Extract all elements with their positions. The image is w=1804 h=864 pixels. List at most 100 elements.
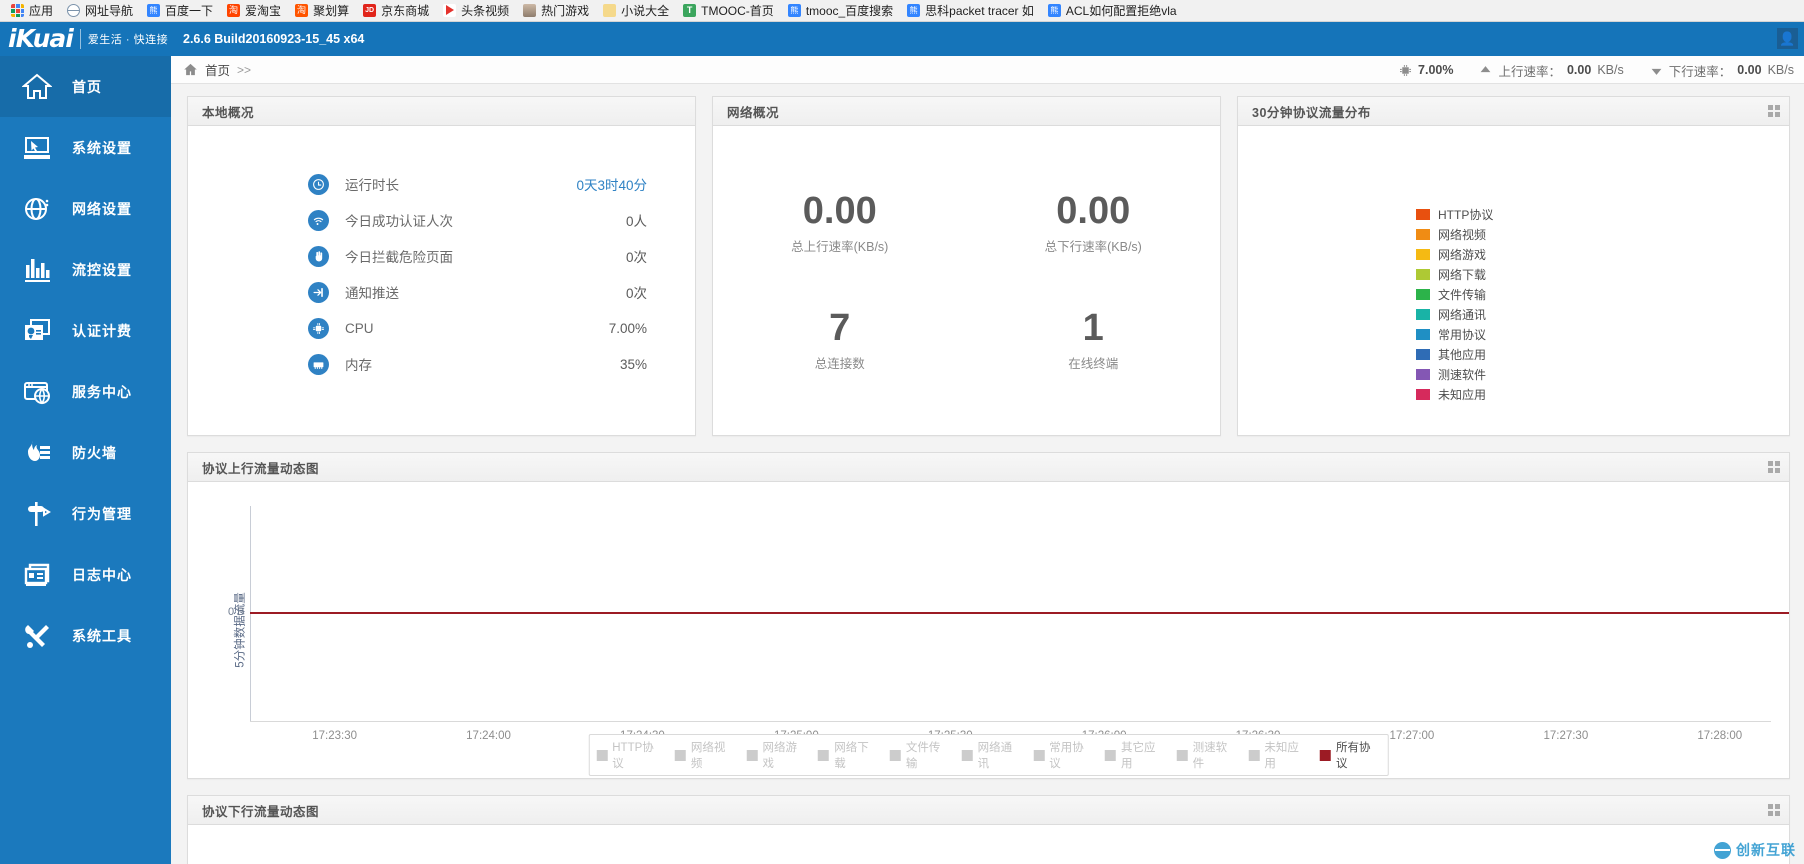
legend-label: 网络下载 (834, 742, 869, 770)
browser-bookmark-bar: 应用 网址导航 百度一下 爱淘宝 聚划算 京东商城 头条视频 热门游戏 小说大全 TMOOC-首页… (0, 0, 1804, 22)
pie-legend-item[interactable]: 常用协议 (1416, 326, 1493, 343)
bookmark-item[interactable]: 头条视频 (436, 2, 516, 20)
chart-legend: HTTP协议 网络视频 网络游戏 网络下载 文件传输 网络通讯 常用协议 其它应用 测速软件 未知… (588, 734, 1389, 776)
user-icon[interactable]: 👤 (1777, 28, 1798, 49)
local-row-value: 35% (619, 356, 647, 372)
bookmark-item[interactable]: 思科packet tracer 如 (900, 2, 1041, 20)
sidebar-item-8[interactable]: 日志中心 (0, 544, 171, 605)
sidebar-item-1[interactable]: 系统设置 (0, 117, 171, 178)
globe-icon (22, 194, 52, 224)
local-row-value: 0次 (625, 250, 647, 265)
bookmark-item[interactable]: TMOOC-首页 (676, 2, 781, 20)
bookmark-item[interactable]: ACL如何配置拒绝vla (1041, 2, 1184, 20)
bookmark-item[interactable]: 网址导航 (60, 2, 140, 20)
bookmark-item[interactable]: 热门游戏 (516, 2, 596, 20)
sidebar-item-5[interactable]: 服务中心 (0, 361, 171, 422)
baidu-icon (1047, 4, 1061, 17)
pie-legend-item[interactable]: 网络下载 (1416, 266, 1493, 283)
chart-legend-item[interactable]: 网络视频 (674, 739, 736, 771)
x-axis-tick: 17:28:00 (1697, 730, 1743, 742)
network-stat-value: 1 (1082, 306, 1104, 349)
bar-chart-icon (22, 255, 52, 285)
book-icon (603, 4, 617, 17)
panel-title: 网络概况 (727, 105, 780, 120)
pie-legend-item[interactable]: 网络游戏 (1416, 246, 1493, 263)
bookmark-item[interactable]: 应用 (4, 2, 60, 20)
y-axis-tick: 0 B (228, 606, 245, 618)
pie-legend-item[interactable]: 文件传输 (1416, 286, 1493, 303)
pie-legend-item[interactable]: 未知应用 (1416, 386, 1493, 403)
legend-label: 测速软件 (1192, 742, 1228, 770)
network-overview-header: 网络概况 (713, 97, 1220, 126)
sidebar-item-label: 流控设置 (72, 261, 132, 278)
avatar-icon (523, 4, 537, 17)
legend-label: 文件传输 (905, 742, 941, 770)
sidebar-item-6[interactable]: 防火墙 (0, 422, 171, 483)
grid-icon[interactable] (1768, 804, 1781, 817)
breadcrumb-label[interactable]: 首页 (205, 60, 230, 79)
bookmark-item[interactable]: 小说大全 (596, 2, 676, 20)
pie-legend-item[interactable]: 网络通讯 (1416, 306, 1493, 323)
pie-legend-item[interactable]: HTTP协议 (1416, 206, 1493, 223)
download-value: 0.00 (1737, 63, 1762, 77)
bookmark-label: 网址导航 (85, 3, 134, 18)
logo-divider (79, 29, 81, 49)
local-row-label: 内存 (345, 358, 372, 373)
chart-legend-item[interactable]: 网络通讯 (961, 739, 1023, 771)
x-axis-line (250, 721, 1771, 722)
sidebar-item-3[interactable]: 流控设置 (0, 239, 171, 300)
grid-icon[interactable] (1768, 461, 1781, 474)
status-cpu: 7.00% (1399, 63, 1453, 77)
pie-legend: HTTP协议 网络视频网络游戏网络下载文件传输网络通讯常用协议其他应用测速软件未知… (1416, 206, 1493, 403)
chart-legend-item[interactable]: 网络游戏 (746, 739, 808, 771)
bookmark-label: 思科packet tracer 如 (925, 3, 1034, 18)
bookmark-item[interactable]: 聚划算 (288, 2, 356, 20)
sidebar-item-0[interactable]: 首页 (0, 56, 171, 117)
legend-swatch (889, 749, 901, 761)
legend-swatch (1416, 329, 1430, 340)
main-content: 首页 >> 7.00% 上行速率： 0.00 KB/s 下行速率： 0.00 K… (171, 56, 1804, 864)
signpost-icon (22, 499, 52, 529)
download-unit: KB/s (1767, 63, 1794, 77)
baidu-icon (787, 4, 801, 17)
chart-legend-item[interactable]: HTTP协议 (596, 739, 664, 771)
local-row-label: CPU (345, 320, 374, 336)
chart-legend-item[interactable]: 测速软件 (1176, 739, 1238, 771)
network-stat-caption: 总下行速率(KB/s) (1044, 239, 1142, 254)
pie-legend-item[interactable]: 测速软件 (1416, 366, 1493, 383)
legend-label: HTTP协议 (612, 742, 654, 770)
local-overview-row: 通知推送 0次 (188, 274, 695, 310)
sidebar-item-7[interactable]: 行为管理 (0, 483, 171, 544)
bookmark-item[interactable]: 爱淘宝 (220, 2, 288, 20)
taobao-icon (227, 4, 241, 17)
sidebar-item-4[interactable]: 认证计费 (0, 300, 171, 361)
sidebar-item-2[interactable]: 网络设置 (0, 178, 171, 239)
pie-legend-item[interactable]: 其他应用 (1416, 346, 1493, 363)
panel-title: 协议上行流量动态图 (202, 461, 320, 476)
legend-swatch (1416, 289, 1430, 300)
breadcrumb-bar: 首页 >> 7.00% 上行速率： 0.00 KB/s 下行速率： 0.00 K… (171, 56, 1804, 84)
chart-legend-item[interactable]: 文件传输 (889, 739, 951, 771)
downstream-chart-area (188, 825, 1789, 864)
chart-legend-item[interactable]: 未知应用 (1248, 739, 1309, 771)
y-axis-line (250, 506, 251, 722)
network-stat: 0.00 总上行速率(KB/s) (791, 190, 888, 255)
chart-legend-item[interactable]: 常用协议 (1033, 739, 1094, 771)
bookmark-item[interactable]: 京东商城 (356, 2, 436, 20)
legend-label: 所有协议 (1336, 742, 1371, 770)
bookmark-label: ACL如何配置拒绝vla (1065, 3, 1177, 18)
chart-legend-item[interactable]: 所有协议 (1320, 739, 1381, 771)
legend-label: 其他应用 (1438, 348, 1487, 362)
sidebar-item-9[interactable]: 系统工具 (0, 605, 171, 666)
grid-icon[interactable] (1768, 105, 1781, 118)
bookmark-item[interactable]: tmooc_百度搜索 (781, 2, 900, 20)
bookmark-item[interactable]: 百度一下 (140, 2, 220, 20)
chart-legend-item[interactable]: 其它应用 (1104, 739, 1166, 771)
network-overview-body: 0.00 总上行速率(KB/s) 7 总连接数 0.00 总下行速率(KB/s) 1 在线终端 (713, 126, 1220, 435)
legend-swatch (1320, 749, 1332, 761)
pie-legend-item[interactable]: 网络视频 (1416, 226, 1493, 243)
legend-label: 网络视频 (690, 742, 726, 770)
chart-legend-item[interactable]: 网络下载 (818, 739, 879, 771)
upstream-chart-header: 协议上行流量动态图 (188, 453, 1789, 482)
local-row-value: 7.00% (608, 320, 647, 336)
